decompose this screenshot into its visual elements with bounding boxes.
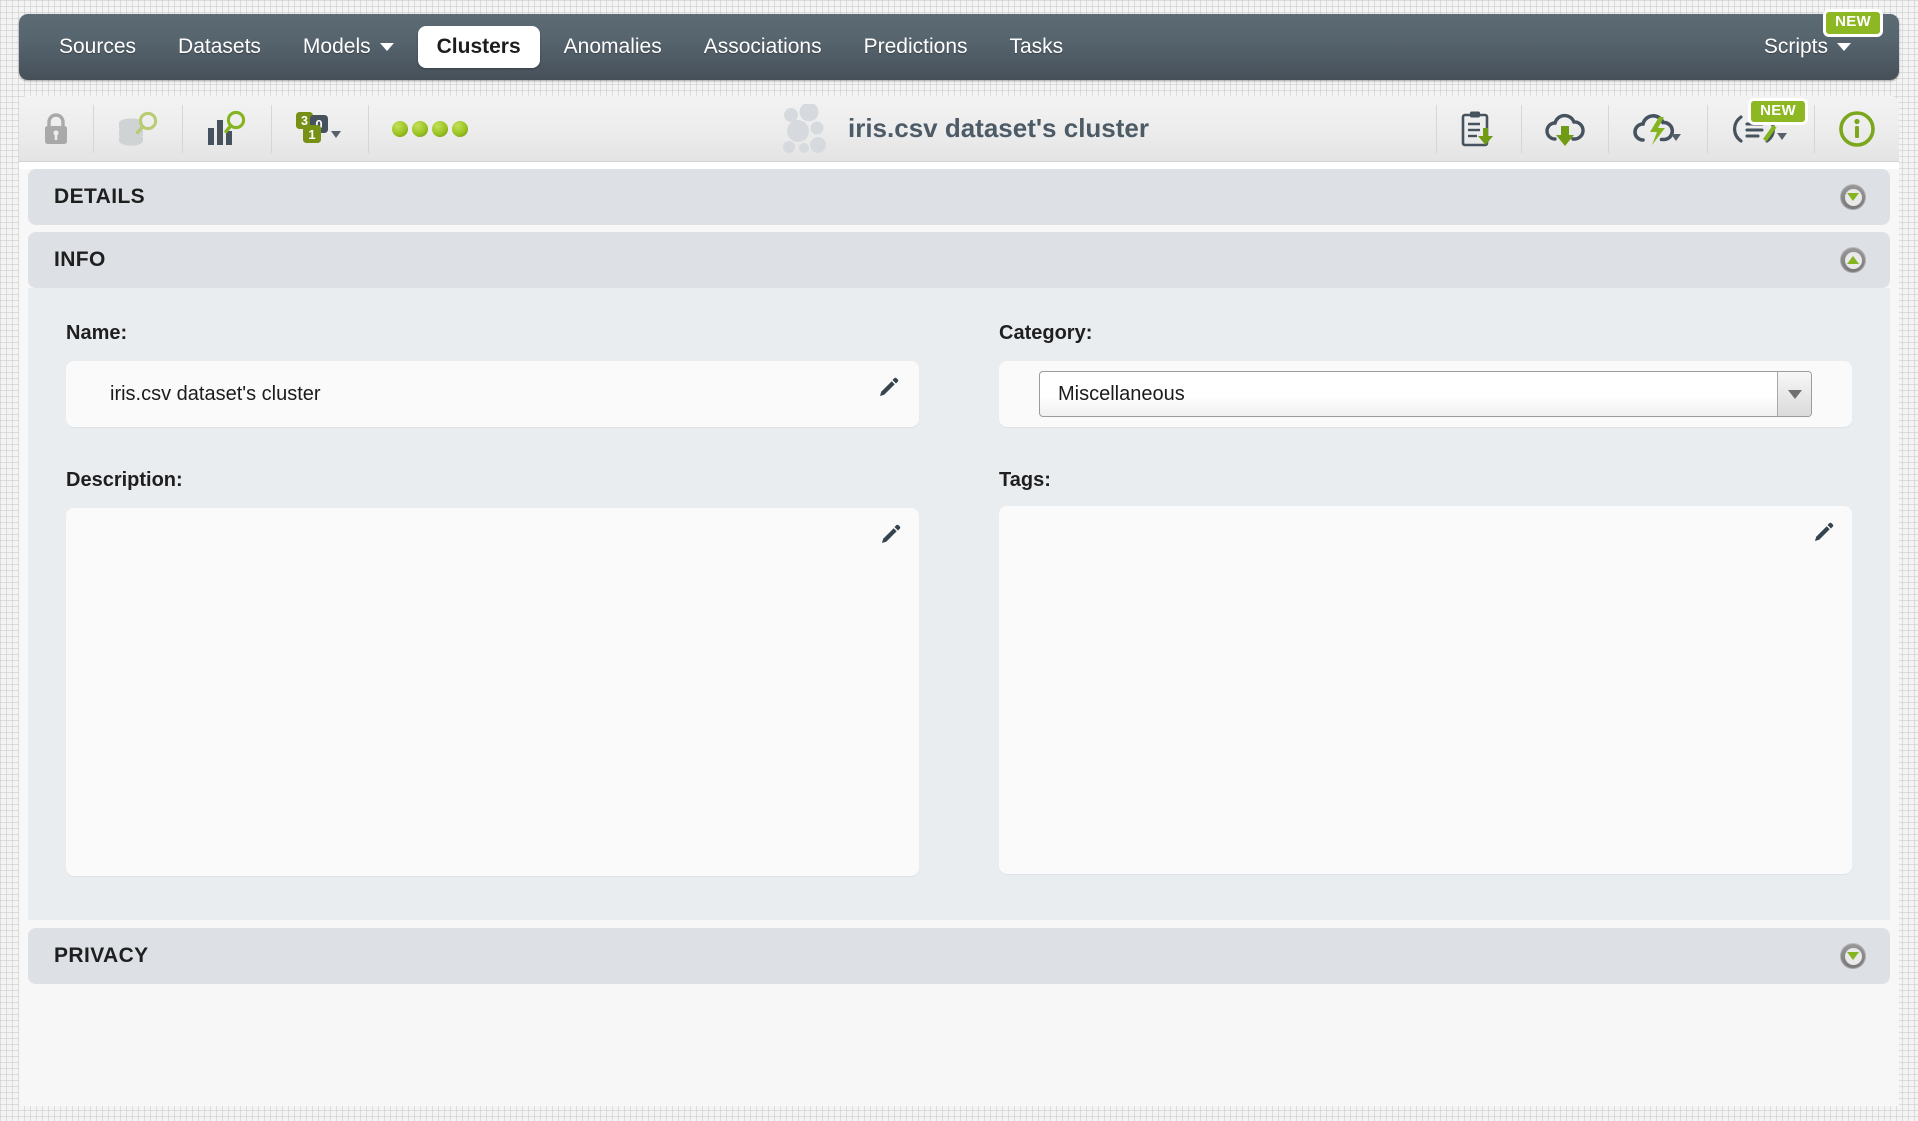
nav-item-label: Models bbox=[302, 35, 371, 58]
batch-numbers-icon: 3 0 1 bbox=[294, 109, 346, 149]
edit-pencil-icon[interactable] bbox=[877, 377, 899, 399]
nav-item-associations[interactable]: Associations bbox=[686, 27, 840, 67]
nav-item-label: Predictions bbox=[863, 35, 968, 58]
toolbar-button-model[interactable] bbox=[183, 96, 271, 162]
lock-icon bbox=[41, 112, 71, 146]
panel-body: DETAILS INFO Name: iris.csv dataset's cl… bbox=[19, 169, 1899, 1106]
section-toggle-info[interactable] bbox=[1840, 247, 1866, 273]
name-value: iris.csv dataset's cluster bbox=[110, 382, 321, 405]
chevron-down-icon[interactable] bbox=[1777, 372, 1811, 416]
toolbar-button-privacy[interactable] bbox=[19, 96, 93, 162]
toolbar-button-download-clipboard[interactable] bbox=[1437, 96, 1521, 162]
toolbar-button-cloud-flash[interactable] bbox=[1609, 96, 1707, 162]
toolbar-button-script[interactable]: NEW bbox=[1708, 96, 1814, 162]
chevron-down-icon bbox=[379, 43, 394, 51]
description-label: Description: bbox=[66, 469, 183, 491]
edit-pencil-icon[interactable] bbox=[879, 524, 901, 546]
top-navigation: Sources Datasets Models Clusters Anomali… bbox=[19, 9, 1899, 80]
chevron-down-icon bbox=[1837, 43, 1851, 51]
tags-label: Tags: bbox=[999, 469, 1051, 491]
tags-input[interactable] bbox=[999, 506, 1852, 874]
section-toggle-details[interactable] bbox=[1840, 184, 1866, 210]
info-icon bbox=[1837, 109, 1877, 149]
toolbar-button-batch[interactable]: 3 0 1 bbox=[272, 96, 368, 162]
nav-item-datasets[interactable]: Datasets bbox=[160, 27, 279, 67]
section-header-info[interactable]: INFO bbox=[28, 232, 1890, 288]
category-select[interactable]: Miscellaneous bbox=[1039, 371, 1812, 417]
section-toggle-privacy[interactable] bbox=[1840, 943, 1866, 969]
nav-item-label: Associations bbox=[703, 35, 822, 58]
model-search-icon bbox=[205, 110, 249, 148]
cluster-dots-icon bbox=[778, 103, 830, 154]
category-field-wrapper: Miscellaneous bbox=[999, 361, 1852, 427]
section-title: INFO bbox=[54, 248, 106, 271]
name-field-group: Name: iris.csv dataset's cluster bbox=[66, 322, 919, 463]
category-field-group: Category: Miscellaneous bbox=[999, 322, 1852, 463]
nav-item-label: Sources bbox=[59, 35, 137, 58]
section-title: PRIVACY bbox=[54, 944, 149, 967]
toolbar-button-cloud-download[interactable] bbox=[1522, 96, 1608, 162]
cloud-download-icon bbox=[1544, 109, 1586, 149]
nav-scripts-group: Scripts NEW bbox=[1746, 9, 1883, 67]
name-label: Name: bbox=[66, 322, 128, 344]
nav-item-label: Clusters bbox=[436, 35, 521, 58]
status-dots-icon bbox=[391, 118, 469, 140]
chevron-up-icon bbox=[1844, 251, 1862, 269]
nav-item-sources[interactable]: Sources bbox=[41, 27, 154, 67]
toolbar-button-info[interactable] bbox=[1815, 96, 1899, 162]
edit-pencil-icon[interactable] bbox=[1812, 522, 1834, 544]
svg-text:1: 1 bbox=[308, 127, 315, 142]
name-input[interactable]: iris.csv dataset's cluster bbox=[66, 361, 919, 427]
nav-item-label: Scripts bbox=[1763, 35, 1828, 58]
nav-bar: Sources Datasets Models Clusters Anomali… bbox=[19, 9, 1899, 80]
nav-item-models[interactable]: Models bbox=[285, 27, 412, 67]
nav-item-anomalies[interactable]: Anomalies bbox=[546, 27, 680, 67]
category-label: Category: bbox=[999, 322, 1093, 344]
toolbar-button-dataset[interactable] bbox=[94, 96, 182, 162]
nav-item-tasks[interactable]: Tasks bbox=[992, 27, 1082, 67]
tags-field-group: Tags: bbox=[999, 469, 1852, 876]
info-section-body: Name: iris.csv dataset's cluster Categor… bbox=[28, 288, 1890, 920]
section-header-details[interactable]: DETAILS bbox=[28, 169, 1890, 225]
category-selected-value: Miscellaneous bbox=[1058, 382, 1185, 405]
object-toolbar: 3 0 1 iris.csv dataset's cluster NEW bbox=[19, 96, 1899, 162]
section-title: DETAILS bbox=[54, 185, 146, 208]
nav-item-label: Tasks bbox=[1009, 35, 1064, 58]
dataset-search-icon bbox=[116, 110, 160, 148]
chevron-down-icon bbox=[1844, 947, 1862, 965]
object-title-group: iris.csv dataset's cluster bbox=[491, 103, 1436, 154]
chevron-down-icon bbox=[1844, 188, 1862, 206]
main-panel: 3 0 1 iris.csv dataset's cluster NEW DET… bbox=[19, 96, 1899, 1106]
section-header-privacy[interactable]: PRIVACY bbox=[28, 928, 1890, 984]
cloud-flash-icon bbox=[1631, 109, 1685, 149]
nav-item-clusters[interactable]: Clusters bbox=[417, 26, 540, 68]
status-badge-new: NEW bbox=[1823, 9, 1883, 37]
description-field-group: Description: bbox=[66, 469, 919, 876]
nav-item-predictions[interactable]: Predictions bbox=[846, 27, 986, 67]
status-badge-new: NEW bbox=[1748, 97, 1808, 125]
toolbar-status-dots[interactable] bbox=[369, 96, 491, 162]
clipboard-download-icon bbox=[1459, 109, 1499, 149]
page-title: iris.csv dataset's cluster bbox=[847, 113, 1150, 143]
nav-item-label: Datasets bbox=[178, 35, 261, 58]
description-input[interactable] bbox=[66, 508, 919, 876]
nav-item-label: Anomalies bbox=[563, 35, 662, 58]
